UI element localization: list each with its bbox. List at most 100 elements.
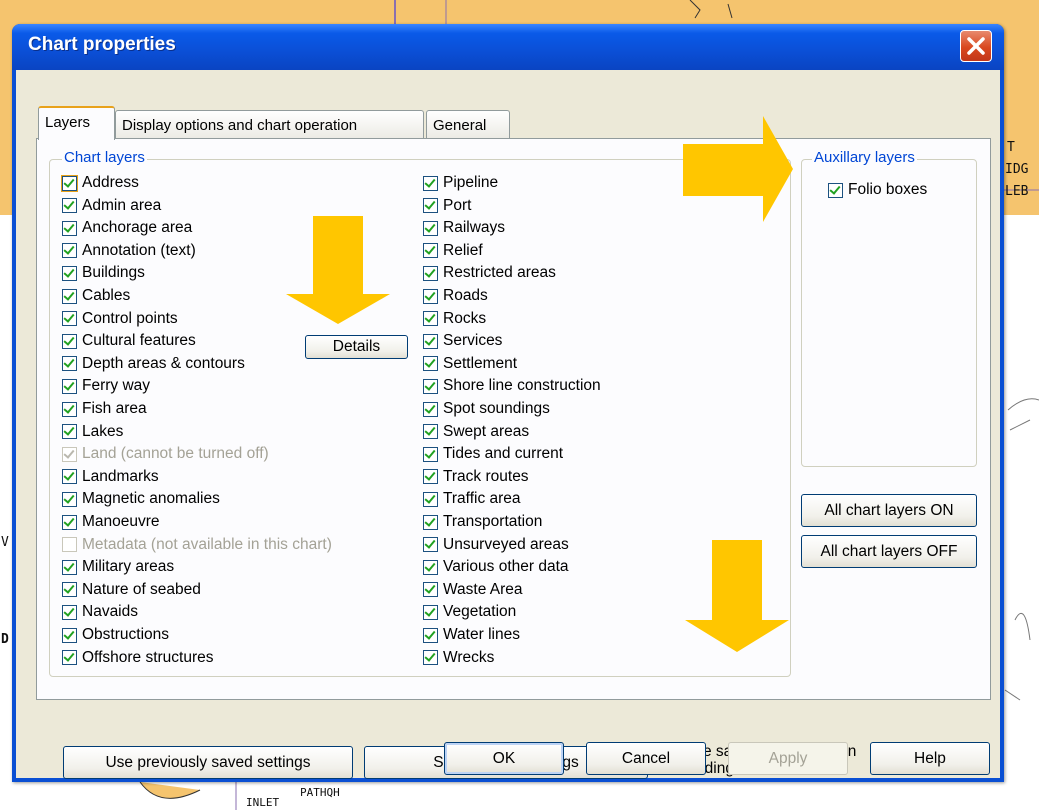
checkbox-box[interactable] (62, 333, 77, 349)
checkbox-lakes[interactable]: Lakes (62, 421, 123, 443)
checkbox-box[interactable] (423, 401, 438, 417)
checkbox-manoeuvre[interactable]: Manoeuvre (62, 511, 160, 533)
checkbox-box[interactable] (62, 650, 77, 666)
checkbox-track-routes[interactable]: Track routes (423, 466, 529, 488)
checkbox-ferry-way[interactable]: Ferry way (62, 375, 150, 397)
close-button[interactable] (960, 30, 992, 62)
checkbox-navaids[interactable]: Navaids (62, 601, 138, 623)
checkbox-box[interactable] (62, 424, 77, 440)
checkbox-port[interactable]: Port (423, 195, 471, 217)
use-previously-saved-settings-button[interactable]: Use previously saved settings (63, 746, 353, 779)
checkbox-pipeline[interactable]: Pipeline (423, 172, 498, 194)
checkbox-box[interactable] (423, 650, 438, 666)
checkbox-box[interactable] (62, 243, 77, 259)
checkbox-box[interactable] (62, 514, 77, 530)
checkbox-fish-area[interactable]: Fish area (62, 398, 147, 420)
checkbox-buildings[interactable]: Buildings (62, 262, 145, 284)
checkbox-military-areas[interactable]: Military areas (62, 556, 174, 578)
checkbox-restricted-areas[interactable]: Restricted areas (423, 262, 556, 284)
cancel-button[interactable]: Cancel (586, 742, 706, 775)
checkbox-box[interactable] (61, 174, 78, 192)
checkbox-control-points[interactable]: Control points (62, 308, 178, 330)
checkbox-obstructions[interactable]: Obstructions (62, 624, 169, 646)
all-chart-layers-on-button[interactable]: All chart layers ON (801, 494, 977, 527)
checkbox-spot-soundings[interactable]: Spot soundings (423, 398, 550, 420)
checkbox-box[interactable] (423, 220, 438, 236)
checkbox-box[interactable] (62, 627, 77, 643)
checkbox-box[interactable] (62, 469, 77, 485)
checkbox-box[interactable] (423, 378, 438, 394)
ok-button[interactable]: OK (444, 742, 564, 775)
checkbox-transportation[interactable]: Transportation (423, 511, 542, 533)
checkbox-settlement[interactable]: Settlement (423, 353, 517, 375)
checkbox-box[interactable] (62, 198, 77, 214)
checkbox-box[interactable] (62, 220, 77, 236)
checkbox-box[interactable] (423, 446, 438, 462)
all-chart-layers-off-button[interactable]: All chart layers OFF (801, 535, 977, 568)
checkbox-various-other-data[interactable]: Various other data (423, 556, 569, 578)
checkbox-admin-area[interactable]: Admin area (62, 195, 161, 217)
tab-display-options[interactable]: Display options and chart operation (115, 110, 424, 138)
checkbox-box[interactable] (423, 288, 438, 304)
checkbox-box[interactable] (423, 604, 438, 620)
checkbox-shore-line-construction[interactable]: Shore line construction (423, 375, 601, 397)
title-bar[interactable]: Chart properties (12, 24, 1004, 70)
checkbox-address[interactable]: Address (61, 172, 139, 194)
checkbox-offshore-structures[interactable]: Offshore structures (62, 647, 214, 669)
checkbox-label: Fish area (82, 400, 147, 417)
checkbox-box[interactable] (62, 582, 77, 598)
checkbox-anchorage-area[interactable]: Anchorage area (62, 217, 192, 239)
checkbox-folio-boxes[interactable]: Folio boxes (828, 179, 927, 201)
checkbox-cultural-features[interactable]: Cultural features (62, 330, 196, 352)
checkbox-box[interactable] (62, 356, 77, 372)
checkbox-box[interactable] (62, 265, 77, 281)
checkbox-wrecks[interactable]: Wrecks (423, 647, 494, 669)
checkbox-box[interactable] (62, 401, 77, 417)
checkbox-box[interactable] (423, 559, 438, 575)
checkbox-magnetic-anomalies[interactable]: Magnetic anomalies (62, 488, 220, 510)
checkbox-box[interactable] (423, 627, 438, 643)
checkbox-traffic-area[interactable]: Traffic area (423, 488, 521, 510)
checkbox-water-lines[interactable]: Water lines (423, 624, 520, 646)
checkbox-annotation-text[interactable]: Annotation (text) (62, 240, 196, 262)
help-button[interactable]: Help (870, 742, 990, 775)
checkbox-landmarks[interactable]: Landmarks (62, 466, 159, 488)
checkbox-box[interactable] (423, 265, 438, 281)
tab-layers[interactable]: Layers (38, 106, 115, 140)
tab-general[interactable]: General (426, 110, 510, 138)
checkbox-relief[interactable]: Relief (423, 240, 483, 262)
checkbox-services[interactable]: Services (423, 330, 502, 352)
checkbox-box[interactable] (423, 311, 438, 327)
checkbox-railways[interactable]: Railways (423, 217, 505, 239)
checkbox-roads[interactable]: Roads (423, 285, 488, 307)
checkbox-rocks[interactable]: Rocks (423, 308, 486, 330)
checkbox-box[interactable] (423, 243, 438, 259)
checkbox-box[interactable] (423, 469, 438, 485)
checkbox-box[interactable] (62, 559, 77, 575)
checkbox-box[interactable] (423, 514, 438, 530)
checkbox-box[interactable] (423, 491, 438, 507)
checkbox-box[interactable] (62, 491, 77, 507)
checkbox-box[interactable] (62, 604, 77, 620)
checkbox-cables[interactable]: Cables (62, 285, 130, 307)
checkbox-box[interactable] (423, 175, 438, 191)
checkbox-swept-areas[interactable]: Swept areas (423, 421, 529, 443)
checkbox-box[interactable] (423, 356, 438, 372)
checkbox-box[interactable] (423, 198, 438, 214)
checkbox-nature-of-seabed[interactable]: Nature of seabed (62, 579, 201, 601)
checkbox-box[interactable] (62, 311, 77, 327)
checkbox-box[interactable] (423, 424, 438, 440)
checkbox-box[interactable] (62, 288, 77, 304)
checkbox-waste-area[interactable]: Waste Area (423, 579, 523, 601)
checkbox-tides-and-current[interactable]: Tides and current (423, 443, 563, 465)
apply-button[interactable]: Apply (728, 742, 848, 775)
checkbox-unsurveyed-areas[interactable]: Unsurveyed areas (423, 534, 569, 556)
checkbox-box[interactable] (423, 333, 438, 349)
checkbox-depth-areas-contours[interactable]: Depth areas & contours (62, 353, 245, 375)
checkbox-box[interactable] (423, 582, 438, 598)
checkbox-box[interactable] (828, 182, 843, 198)
details-button[interactable]: Details (305, 335, 408, 359)
checkbox-box[interactable] (62, 378, 77, 394)
checkbox-box[interactable] (423, 537, 438, 553)
checkbox-vegetation[interactable]: Vegetation (423, 601, 516, 623)
